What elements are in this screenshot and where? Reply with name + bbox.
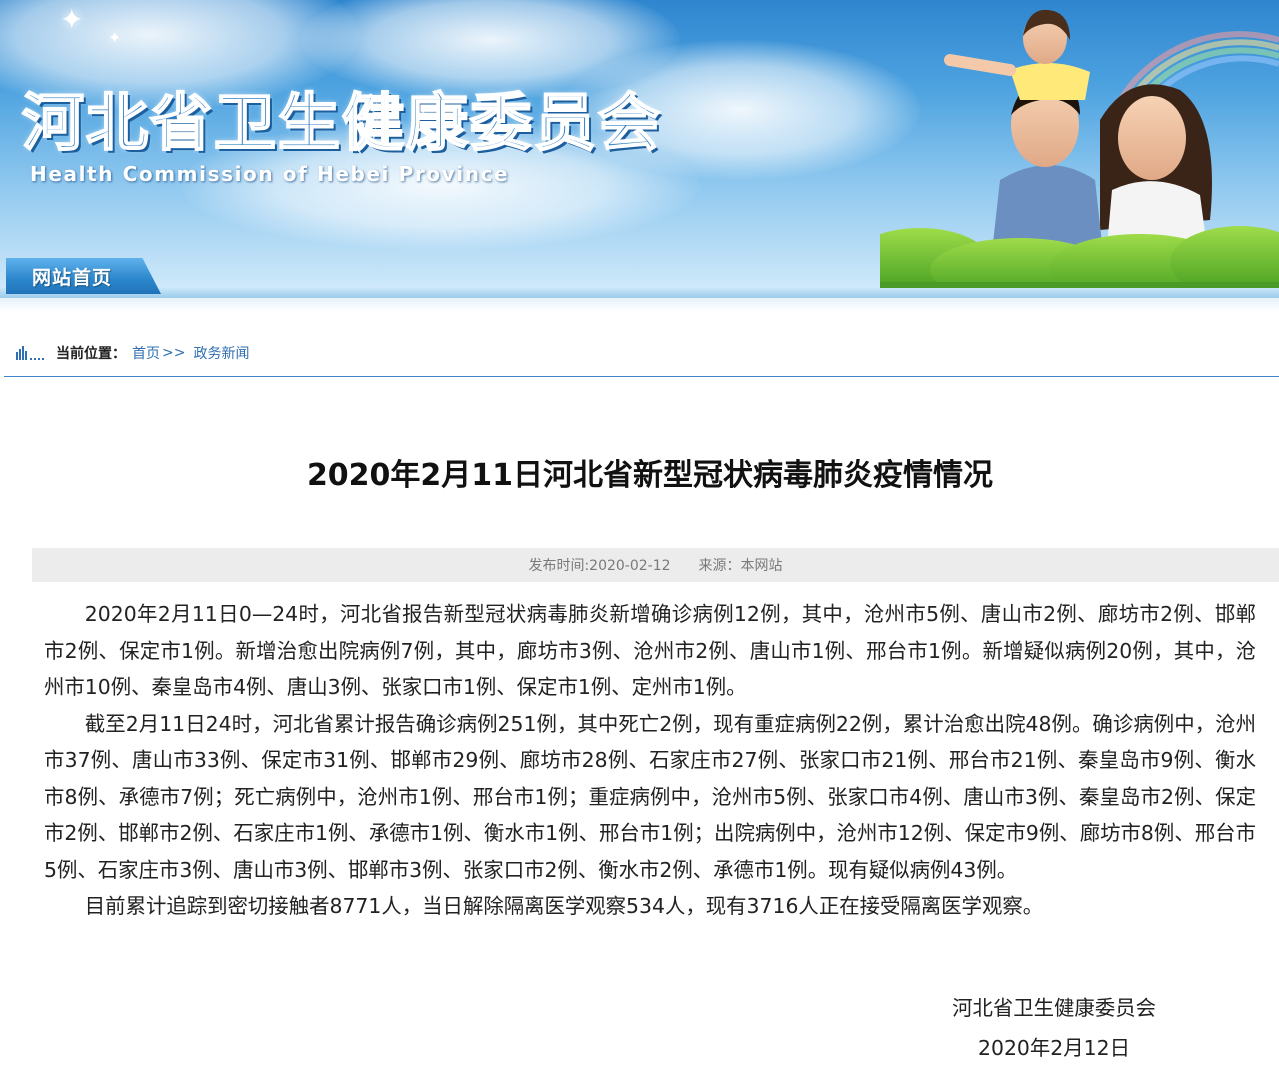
site-title: 河北省卫生健康委员会 [21, 85, 663, 160]
sparkle-icon: ✦ [108, 28, 122, 47]
site-banner: ✦ ✦ 河北省卫生健康委员会 Health Commission of Hebe… [0, 0, 1279, 298]
breadcrumb-separator: >> [162, 345, 186, 361]
breadcrumb: 当前位置： 首页 >> 政务新闻 [16, 341, 249, 365]
article-paragraph: 目前累计追踪到密切接触者8771人，当日解除隔离医学观察534人，现有3716人… [84, 894, 1044, 918]
article-body: 2020年2月11日0—24时，河北省报告新型冠状病毒肺炎新增确诊病例12例，其… [44, 596, 1256, 925]
breadcrumb-home-link[interactable]: 首页 [132, 343, 160, 363]
article-paragraph: 2020年2月11日0—24时，河北省报告新型冠状病毒肺炎新增确诊病例12例，其… [44, 602, 1256, 699]
signature-date: 2020年2月12日 [978, 1036, 1130, 1060]
bar-chart-icon [16, 346, 44, 360]
site-subtitle: Health Commission of Hebei Province [30, 162, 510, 186]
article-title: 2020年2月11日河北省新型冠状病毒肺炎疫情情况 [306, 458, 994, 493]
nav-strip [0, 288, 1279, 298]
breadcrumb-news-link[interactable]: 政务新闻 [193, 343, 249, 363]
banner-shadow [0, 298, 1279, 312]
article-paragraph: 截至2月11日24时，河北省累计报告确诊病例251例，其中死亡2例，现有重症病例… [44, 711, 1256, 882]
breadcrumb-label: 当前位置： [56, 346, 126, 362]
family-photo-illustration [880, 9, 1279, 298]
publish-time: 发布时间:2020-02-12 [528, 558, 671, 574]
nav-home-tab[interactable]: 网站首页 [6, 258, 161, 294]
signature-organization: 河北省卫生健康委员会 [952, 996, 1156, 1020]
article-meta-bar: 发布时间:2020-02-12 来源：本网站 [32, 548, 1279, 582]
breadcrumb-divider [4, 376, 1279, 377]
sparkle-icon: ✦ [60, 3, 84, 36]
article-source: 来源：本网站 [698, 558, 783, 574]
